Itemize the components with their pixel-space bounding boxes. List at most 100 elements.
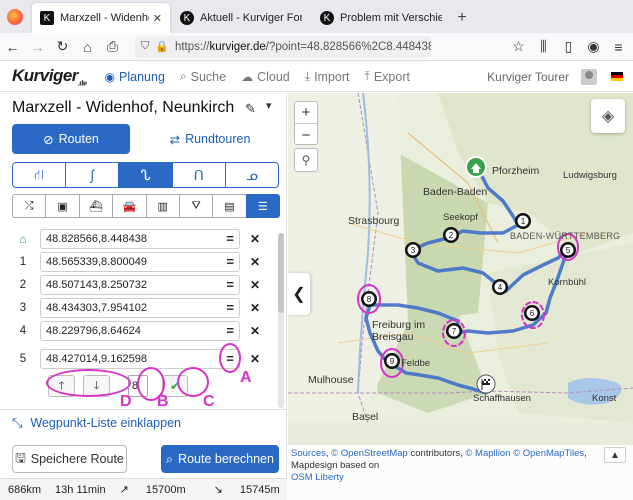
kurviger-logo[interactable]: Kurviger.de [12,66,87,87]
waypoint-marker-5-icon[interactable]: 5 [560,242,576,258]
waypoint-row: 4 48.229796,8.64624 = ✕ [12,321,274,341]
german-flag-icon[interactable] [611,72,623,81]
waypoint-input[interactable]: 48.434303,7.954102 = [40,298,240,318]
waypoint-input[interactable]: 48.565339,8.800049 = [40,252,240,272]
custom-route-icon[interactable]: ᓄ [226,163,278,187]
drag-handle-icon[interactable]: = [226,255,234,268]
routes-tab-button[interactable]: ⊘ Routen [12,124,130,154]
home-icon[interactable]: ⌂ [75,35,100,59]
waypoint-marker-4-icon[interactable]: 4 [492,279,508,295]
toll-icon[interactable]: ▣ [45,194,80,218]
pencil-icon[interactable]: ✎ [245,101,256,117]
extension-icon[interactable]: ◉ [581,35,606,59]
scrollbar-thumb[interactable] [278,233,284,313]
save-route-button[interactable]: 🖫 Speichere Route [12,445,127,473]
forward-icon[interactable]: → [25,35,50,59]
firefox-icon[interactable] [0,0,30,33]
menu-planung[interactable]: ◉ Planung [105,69,165,84]
tab-kurviger[interactable]: K Marxzell - Widenhof, Neunkirch ✕ [32,3,170,33]
tab-forum[interactable]: K Aktuell - Kurviger Forum [172,3,310,33]
tunnel-icon[interactable]: ▥ [145,194,180,218]
waypoint-scrollbar[interactable] [278,233,284,408]
marker-label: 4 [498,283,503,292]
sidebar-icon[interactable]: ▯ [556,35,581,59]
menu-icon[interactable]: ≡ [606,35,631,59]
waypoint-marker-8-icon[interactable]: 8 [361,291,377,307]
tab-problem[interactable]: K Problem mit Verschieben [312,3,450,33]
attribution-mapilion-link[interactable]: © Mapilion [465,448,510,459]
caret-down-icon[interactable]: ▾ [266,99,272,112]
map-view[interactable]: 1 2 3 4 5 6 7 8 9 Pforzheim Ludwigsburg … [288,93,633,500]
fastest-route-icon[interactable]: ⛙ [13,163,67,187]
drag-handle-icon[interactable]: = [226,301,234,314]
delete-waypoint-icon[interactable]: ✕ [250,232,260,246]
attribution-sources-link[interactable]: Sources [291,448,326,459]
curviest-route-icon[interactable]: ᑎ [173,163,226,187]
waypoint-marker-3-icon[interactable]: 3 [405,242,421,258]
collapse-waypoints-link[interactable]: ⤡ Wegpunkt-Liste einklappen [12,415,181,431]
settings-sliders-icon[interactable]: ☰ [245,194,280,218]
map-label-pforzheim: Pforzheim [492,165,540,177]
delete-waypoint-icon[interactable]: ✕ [250,255,260,269]
map-attribution-toggle-icon[interactable]: ▲ [604,447,626,463]
calculate-route-button[interactable]: ⌕ Route berechnen [161,445,279,473]
menu-import[interactable]: ⤓ Import [305,69,350,84]
avatar[interactable] [581,68,597,85]
waypoint-input[interactable]: 48.427014,9.162598 = [40,349,240,369]
waypoint-coord: 48.507143,8.250732 [46,279,147,291]
waypoint-input[interactable]: 48.507143,8.250732 = [40,275,240,295]
library-icon[interactable]: ⫼ [531,35,556,59]
kurviger-favicon-icon: K [40,11,54,25]
finish-flag-marker-icon[interactable] [476,374,496,394]
print-icon[interactable]: ⎙ [100,35,125,59]
waypoint-marker-7-icon[interactable]: 7 [446,323,462,339]
drag-handle-icon[interactable]: = [226,324,234,337]
roundtrips-tab-button[interactable]: ⇄ Rundtouren [150,124,270,154]
drag-handle-icon[interactable]: = [226,278,234,291]
star-icon[interactable]: ☆ [506,35,531,59]
waypoint-marker-6-icon[interactable]: 6 [524,305,540,321]
browser-nav-bar: ← → ↻ ⌂ ⎙ ⛉ 🔒 https://kurviger.de/?point… [0,33,633,61]
url-bar[interactable]: ⛉ 🔒 https://kurviger.de/?point=48.828566… [135,35,431,58]
route-title[interactable]: Marxzell - Widenhof, Neunkirch [12,99,234,117]
extra-curvy-route-icon[interactable]: ᔐ [119,163,173,187]
location-pin-icon[interactable]: ⚲ [294,148,318,172]
ferry-icon[interactable]: ⛴ [78,194,114,218]
attribution-osm-link[interactable]: © OpenStreetMap [331,448,408,459]
curvy-route-icon[interactable]: ∫ [66,163,120,187]
reload-icon[interactable]: ↻ [50,35,75,59]
road-icon[interactable]: ⛛ [178,194,214,218]
ascent-icon: ↗ [119,484,132,496]
menu-cloud[interactable]: ☁ Cloud [241,69,290,84]
new-tab-icon[interactable]: + [450,3,474,33]
user-name[interactable]: Kurviger Tourer [487,70,569,84]
waypoint-marker-9-icon[interactable]: 9 [384,353,400,369]
waypoint-marker-2-icon[interactable]: 2 [443,227,459,243]
car-icon[interactable]: 🚘 [112,194,147,218]
drag-handle-icon[interactable]: = [226,232,234,245]
logo-text: Kurviger [12,65,78,85]
waypoint-input[interactable]: 48.828566,8.448438 = [40,229,240,249]
waypoint-marker-1-icon[interactable]: 1 [515,213,531,229]
waypoint-input[interactable]: 48.229796,8.64624 = [40,321,240,341]
attribution-omt-link[interactable]: © OpenMapTiles [513,448,584,459]
layers-icon[interactable]: ◈ [591,99,625,133]
delete-waypoint-icon[interactable]: ✕ [250,352,260,366]
unpaved-icon[interactable]: ▤ [212,194,247,218]
zoom-out-icon[interactable]: − [295,124,317,146]
menu-label: Suche [190,69,227,84]
cloud-icon: ☁ [241,69,254,84]
menu-suche[interactable]: ⌕ Suche [180,69,226,84]
collapse-sidebar-chevron-icon[interactable]: ❮ [288,273,310,315]
start-home-marker-icon[interactable] [465,156,487,178]
delete-waypoint-icon[interactable]: ✕ [250,324,260,338]
close-tab-icon[interactable]: ✕ [153,12,162,25]
delete-waypoint-icon[interactable]: ✕ [250,278,260,292]
compass-icon: ◉ [104,69,116,84]
delete-waypoint-icon[interactable]: ✕ [250,301,260,315]
zoom-in-icon[interactable]: + [295,102,317,124]
menu-export[interactable]: ⤒ Export [365,69,410,84]
back-icon[interactable]: ← [0,35,25,59]
shuffle-icon[interactable]: ⤮ [12,194,47,218]
attribution-osmliberty-link[interactable]: OSM Liberty [291,472,344,483]
